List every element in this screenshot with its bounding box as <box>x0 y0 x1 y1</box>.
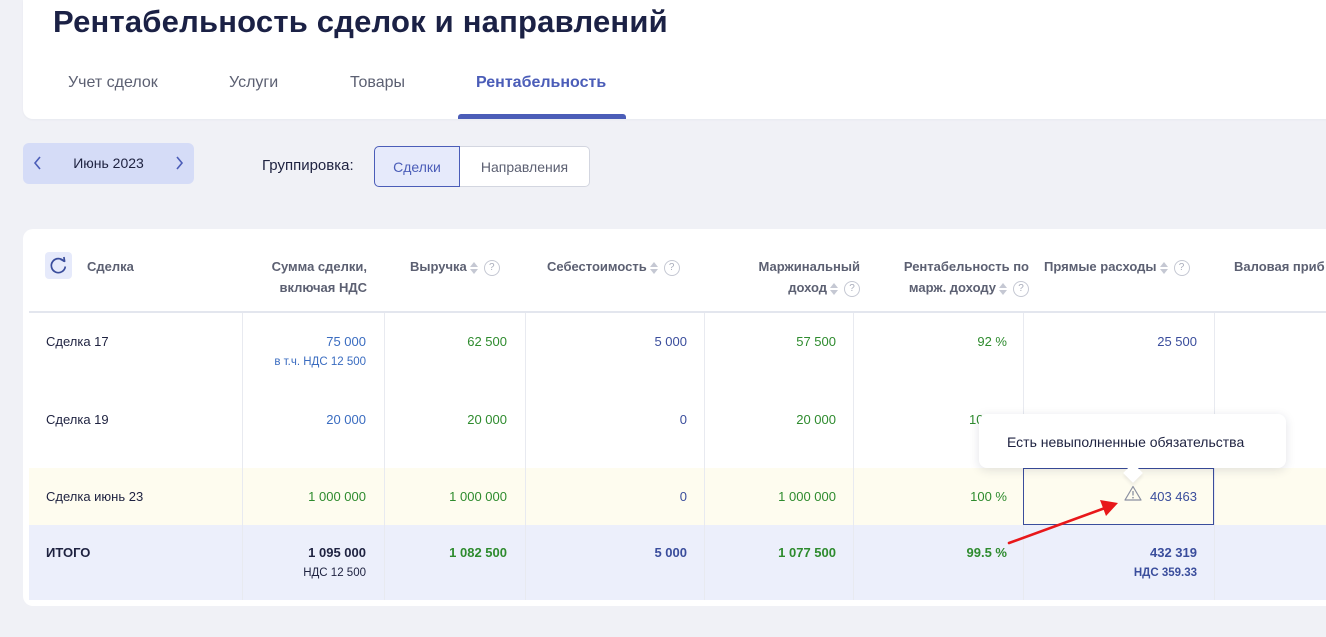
tab-deal-accounting[interactable]: Учет сделок <box>68 74 158 92</box>
col-deal-sum: Сумма сделки, включая НДС <box>271 259 367 295</box>
col-deal: Сделка <box>87 259 134 274</box>
col-margin-income[interactable]: Маржинальный доход? <box>759 256 860 298</box>
revenue-value: 1 000 000 <box>449 489 507 504</box>
help-icon[interactable]: ? <box>663 259 680 276</box>
refresh-button[interactable] <box>45 252 72 279</box>
total-margin: 1 077 500 <box>778 545 836 560</box>
total-revenue: 1 082 500 <box>449 545 507 560</box>
deal-sum[interactable]: 1 000 000 <box>308 489 366 504</box>
margin-value: 1 000 000 <box>778 489 836 504</box>
grouping-directions-button[interactable]: Направления <box>459 146 590 187</box>
chevron-right-icon[interactable] <box>171 153 187 173</box>
col-profitability[interactable]: Рентабельность по марж. доходу? <box>904 256 1029 298</box>
deal-name[interactable]: Сделка июнь 23 <box>46 489 143 504</box>
month-picker: Июнь 2023 <box>23 143 194 184</box>
column-divider <box>242 313 243 600</box>
grouping-label: Группировка: <box>262 157 354 174</box>
col-gross-profit: Валовая приб <box>1234 259 1325 274</box>
col-direct-expenses[interactable]: Прямые расходы? <box>1044 256 1190 277</box>
cost-value[interactable]: 0 <box>680 489 687 504</box>
deal-name[interactable]: Сделка 19 <box>46 412 109 427</box>
sort-icon[interactable] <box>469 261 479 274</box>
help-icon[interactable]: ? <box>1013 280 1029 297</box>
total-direct-expenses: 432 319 <box>1150 545 1197 560</box>
help-icon[interactable]: ? <box>844 280 860 297</box>
column-divider <box>704 313 705 600</box>
profitability-value: 100 % <box>970 489 1007 504</box>
refresh-icon <box>50 256 67 274</box>
col-revenue[interactable]: Выручка? <box>410 256 500 277</box>
warning-tooltip: Есть невыполненные обязательства <box>979 414 1286 483</box>
direct-expenses-value[interactable]: 25 500 <box>1157 334 1197 349</box>
tab-services[interactable]: Услуги <box>229 74 278 92</box>
revenue-value: 20 000 <box>467 412 507 427</box>
total-direct-vat: НДС 359.33 <box>1133 567 1197 579</box>
deal-sum[interactable]: 75 000 <box>326 334 366 349</box>
margin-value: 20 000 <box>796 412 836 427</box>
column-divider <box>525 313 526 600</box>
total-sum-vat: НДС 12 500 <box>303 567 366 579</box>
help-icon[interactable]: ? <box>483 259 500 276</box>
sort-icon[interactable] <box>649 261 659 274</box>
grouping-deals-button[interactable]: Сделки <box>374 146 460 187</box>
total-label: ИТОГО <box>46 545 91 560</box>
table-total-row <box>29 525 1326 600</box>
tab-profitability[interactable]: Рентабельность <box>476 74 606 92</box>
deal-sum[interactable]: 20 000 <box>326 412 366 427</box>
table-row[interactable] <box>29 313 1326 391</box>
sort-icon[interactable] <box>1159 261 1169 274</box>
help-icon[interactable]: ? <box>1173 259 1190 276</box>
tooltip-text: Есть невыполненные обязательства <box>1007 434 1245 450</box>
cost-value[interactable]: 5 000 <box>654 334 687 349</box>
sort-icon[interactable] <box>830 282 839 295</box>
deal-name[interactable]: Сделка 17 <box>46 334 109 349</box>
total-sum: 1 095 000 <box>308 545 366 560</box>
column-divider <box>384 313 385 600</box>
sort-icon[interactable] <box>999 282 1008 295</box>
header-card: Рентабельность сделок и направлений Учет… <box>23 0 1326 119</box>
col-cost[interactable]: Себестоимость? <box>547 256 680 277</box>
tab-goods[interactable]: Товары <box>350 74 405 92</box>
total-profitability: 99.5 % <box>966 545 1007 560</box>
current-month: Июнь 2023 <box>73 155 144 171</box>
warning-icon[interactable] <box>1124 485 1142 501</box>
cell-highlight-box <box>1023 468 1214 525</box>
active-tab-indicator <box>458 114 626 119</box>
revenue-value: 62 500 <box>467 334 507 349</box>
deal-sum-vat: в т.ч. НДС 12 500 <box>274 356 366 368</box>
total-cost: 5 000 <box>654 545 687 560</box>
page-title: Рентабельность сделок и направлений <box>53 4 668 39</box>
profitability-value: 92 % <box>977 334 1007 349</box>
margin-value: 57 500 <box>796 334 836 349</box>
column-divider <box>853 313 854 600</box>
cost-value[interactable]: 0 <box>680 412 687 427</box>
